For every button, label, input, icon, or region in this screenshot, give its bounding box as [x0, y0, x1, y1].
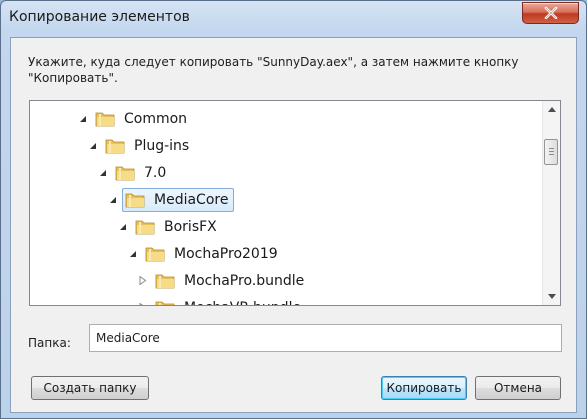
- folder-name-input[interactable]: [89, 324, 562, 352]
- scroll-down-button[interactable]: [543, 288, 560, 305]
- expanded-arrow-icon[interactable]: [128, 249, 138, 259]
- tree-item-label: MochaPro2019: [174, 245, 278, 262]
- expanded-arrow-icon[interactable]: [118, 222, 128, 232]
- tree-item-label: MochaVR.bundle: [181, 298, 304, 306]
- selection-highlight: MediaCore: [122, 187, 235, 212]
- tree-item-label: BorisFX: [164, 218, 217, 235]
- tree-item-label: Common: [124, 110, 188, 127]
- folder-icon: [125, 193, 145, 207]
- folder-icon: [95, 112, 115, 126]
- tree-item-mochapro-bundle[interactable]: MochaPro.bundle: [138, 267, 310, 294]
- folder-icon: [135, 220, 155, 234]
- tree-item-label: 7.0: [144, 164, 167, 181]
- expanded-arrow-icon[interactable]: [98, 168, 108, 178]
- close-button[interactable]: [522, 2, 579, 24]
- tree-item-borisfx[interactable]: BorisFX: [118, 213, 223, 240]
- tree-item-7-0[interactable]: 7.0: [98, 159, 172, 186]
- cancel-button[interactable]: Отмена: [475, 376, 561, 400]
- window-title: Копирование элементов: [9, 9, 190, 25]
- tree-item-common[interactable]: Common: [78, 105, 193, 132]
- expanded-arrow-icon[interactable]: [108, 195, 118, 205]
- vertical-scrollbar[interactable]: [542, 101, 560, 305]
- folder-icon: [145, 247, 165, 261]
- collapsed-arrow-icon[interactable]: [138, 276, 148, 286]
- folder-field-label: Папка:: [28, 336, 71, 350]
- folder-tree[interactable]: Common Plug-ins 7.0 MediaCore BorisFX Mo…: [29, 100, 561, 306]
- tree-item-mochapro2019[interactable]: MochaPro2019: [128, 240, 284, 267]
- scroll-up-button[interactable]: [543, 101, 560, 118]
- dialog-window: Копирование элементов Укажите, куда след…: [0, 0, 587, 419]
- expanded-arrow-icon[interactable]: [78, 114, 88, 124]
- tree-item-mediacore[interactable]: MediaCore: [108, 186, 235, 213]
- dialog-client: Укажите, куда следует копировать "SunnyD…: [10, 37, 577, 413]
- tree-item-label: MediaCore: [154, 191, 229, 208]
- tree-item-mochavr-bundle[interactable]: MochaVR.bundle: [138, 294, 307, 306]
- folder-icon: [155, 301, 175, 305]
- scroll-down-arrow-icon: [547, 294, 556, 299]
- scrollbar-thumb[interactable]: [544, 139, 558, 165]
- scroll-up-arrow-icon: [547, 107, 556, 112]
- tree-item-label: MochaPro.bundle: [184, 272, 305, 289]
- copy-button[interactable]: Копировать: [381, 376, 467, 400]
- collapsed-arrow-icon[interactable]: [138, 303, 148, 305]
- folder-icon: [105, 139, 125, 153]
- expanded-arrow-icon[interactable]: [88, 141, 98, 151]
- tree-item-plug-ins[interactable]: Plug-ins: [88, 132, 195, 159]
- instruction-text: Укажите, куда следует копировать "SunnyD…: [28, 55, 519, 85]
- close-icon: [544, 7, 557, 19]
- create-folder-button[interactable]: Создать папку: [31, 376, 149, 400]
- tree-item-label: Plug-ins: [134, 137, 190, 154]
- folder-icon: [155, 274, 175, 288]
- folder-icon: [115, 166, 135, 180]
- title-bar[interactable]: Копирование элементов: [1, 1, 586, 37]
